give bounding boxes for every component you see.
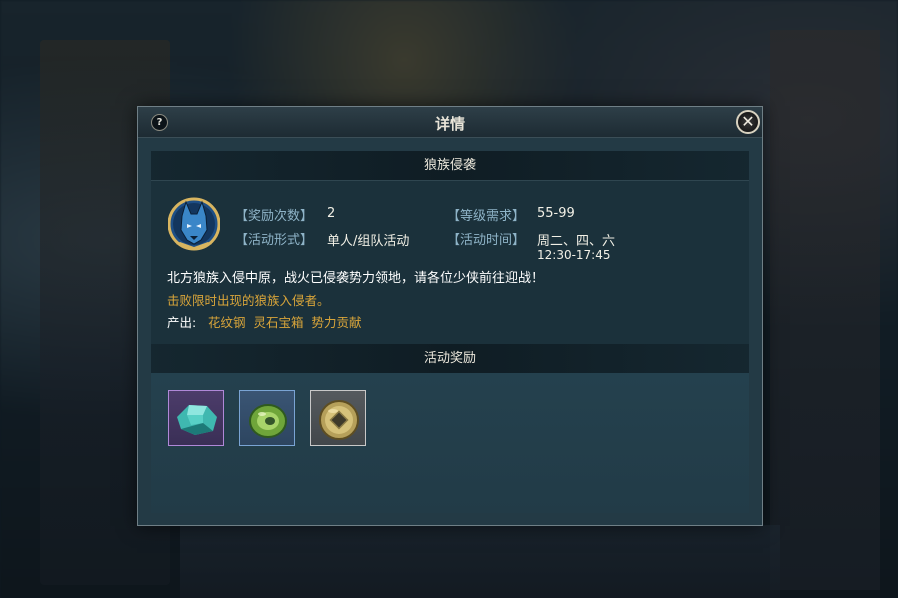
reward-count-value: 2 [327, 206, 336, 221]
background-right-panel [770, 30, 880, 590]
wolf-emblem-icon [168, 197, 220, 251]
bronze-coin-icon [319, 400, 359, 440]
rewards-area [151, 373, 749, 513]
activity-name-header: 狼族侵袭 [151, 151, 749, 181]
green-ring-icon [249, 404, 287, 438]
activity-format-label: 【活动形式】 [235, 233, 314, 248]
reward-slot-1[interactable] [168, 390, 224, 446]
reward-slot-3[interactable] [310, 390, 366, 446]
activity-hours-value: 12:30-17:45 [537, 248, 611, 262]
jade-stone-icon [177, 405, 217, 435]
activity-task: 击败限时出现的狼族入侵者。 [167, 293, 330, 308]
close-button[interactable]: ✕ [736, 110, 760, 134]
rewards-header: 活动奖励 [151, 344, 749, 374]
level-requirement-value: 55-99 [537, 206, 575, 221]
dialog-title: 详情 [434, 115, 465, 133]
reward-slot-2[interactable] [239, 390, 295, 446]
activity-days-value: 周二、四、六 [537, 234, 616, 249]
activity-time-label: 【活动时间】 [447, 233, 526, 248]
level-requirement-label: 【等级需求】 [447, 209, 526, 224]
activity-description: 北方狼族入侵中原，战火已侵袭势力领地，请各位少侠前往迎战！ [167, 271, 545, 286]
activity-format-value: 单人/组队活动 [327, 234, 410, 249]
output-label: 产出: [167, 315, 197, 330]
details-dialog: ? 详情 ✕ 狼族侵袭 【奖励次数】 2 【等级需求】 55-99 【活动形式】… [137, 106, 763, 526]
background-bottom-bar [180, 525, 780, 598]
output-items: 花纹钢 灵石宝箱 势力贡献 [208, 315, 362, 330]
dialog-title-bar: ? 详情 ✕ [138, 107, 762, 138]
reward-count-label: 【奖励次数】 [235, 209, 314, 224]
dialog-content: 狼族侵袭 【奖励次数】 2 【等级需求】 55-99 【活动形式】 单人/组队活… [151, 151, 749, 513]
